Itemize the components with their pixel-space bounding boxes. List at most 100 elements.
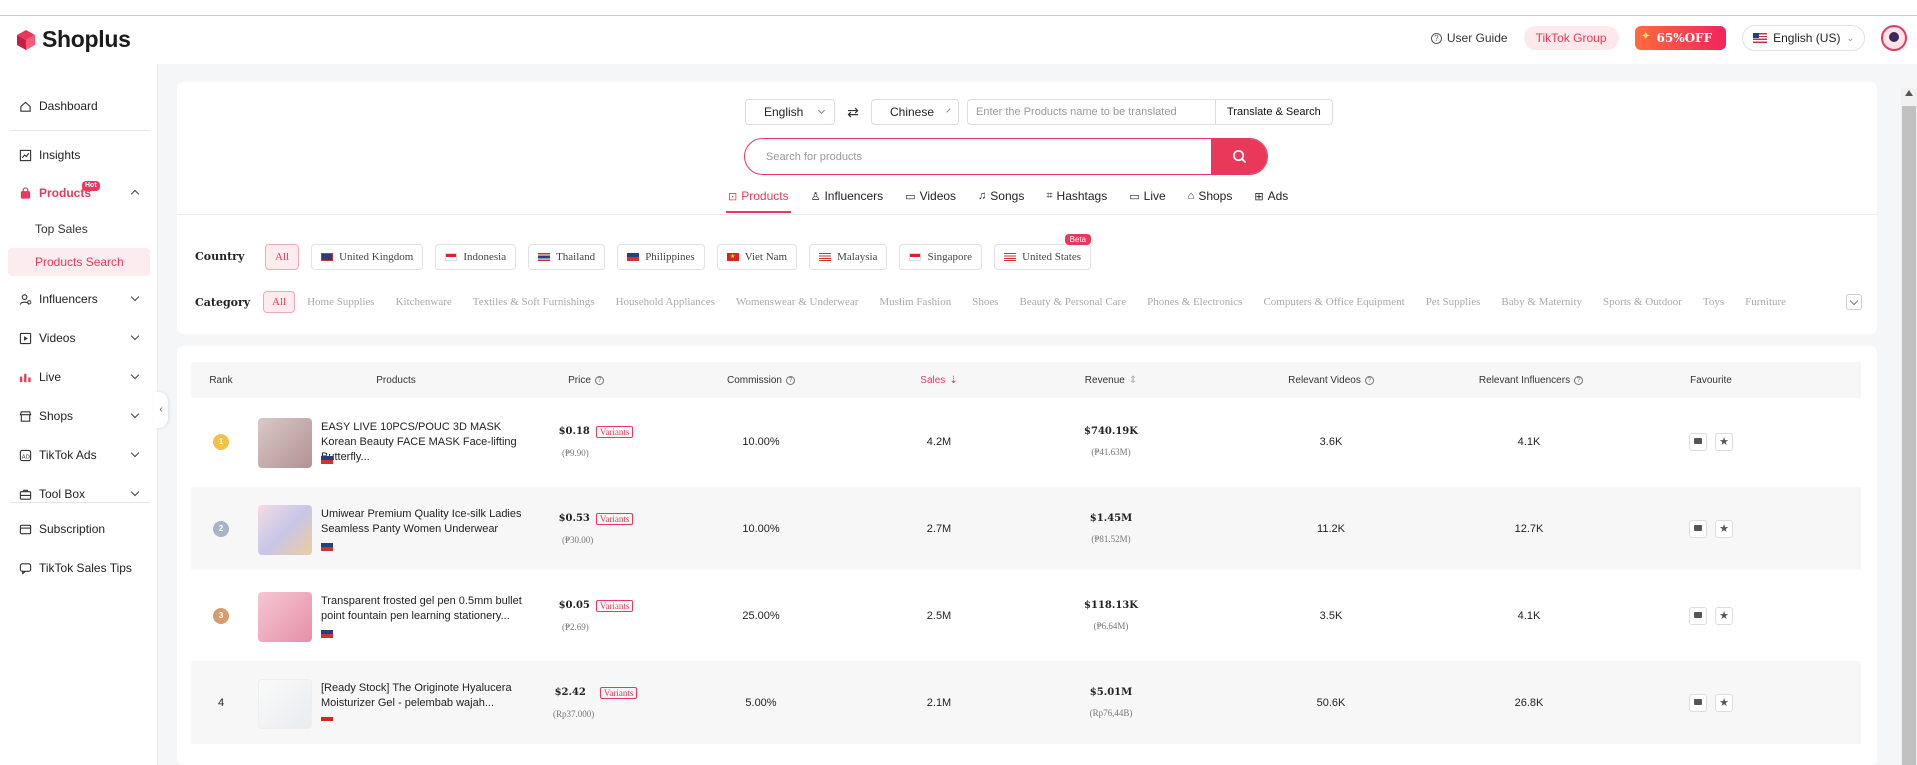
sidebar-collapse-button[interactable]: ‹ [154,392,168,428]
message-button[interactable] [1689,432,1707,451]
info-icon[interactable]: ? [594,375,604,385]
sidebar-item-tiktok-ads[interactable]: AD TikTok Ads [0,441,158,469]
translate-input[interactable]: Enter the Products name to be translated [967,99,1215,125]
category-chip[interactable]: Sports & Outdoor [1603,296,1682,308]
silver-medal-icon: 2 [213,520,229,537]
sidebar-item-tiktok-sales-tips[interactable]: TikTok Sales Tips [0,554,158,582]
favourite-button[interactable]: ★ [1715,606,1733,625]
category-chip[interactable]: Kitchenware [396,296,452,308]
category-chip[interactable]: Womenswear & Underwear [736,296,859,308]
country-chip-united-kingdom[interactable]: United Kingdom [311,244,424,270]
language-selector[interactable]: English (US) ⌄ [1742,25,1865,51]
tab-videos[interactable]: ▭ Videos [897,189,964,213]
tab-songs[interactable]: ♫ Songs [970,189,1032,213]
country-chip-all[interactable]: All [265,244,300,270]
column-header-commission: Commission? [681,362,841,398]
variants-badge[interactable]: Variants [595,425,634,438]
tab-influencers[interactable]: ♙ Influencers [803,189,892,213]
country-chip-singapore[interactable]: Singapore [899,244,983,270]
tab-label: Songs [990,189,1025,203]
product-thumbnail[interactable] [258,679,312,729]
country-chip-philippines[interactable]: Philippines [617,244,705,270]
tab-products[interactable]: ⊡ Products [720,189,797,213]
info-icon[interactable]: ? [1364,375,1374,385]
product-name[interactable]: EASY LIVE 10PCS/POUC 3D MASK Korean Beau… [321,420,536,465]
product-name[interactable]: Umiwear Premium Quality Ice-silk Ladies … [321,507,536,537]
tab-shops[interactable]: ⌂ Shops [1180,189,1241,213]
category-chip[interactable]: Beauty & Personal Care [1019,296,1126,308]
tab-live[interactable]: ▭ Live [1121,189,1173,213]
swap-languages-icon[interactable]: ⇄ [843,104,863,121]
sidebar-item-label: Live [39,370,62,384]
product-thumbnail[interactable] [258,592,312,642]
table-row[interactable]: 4 [Ready Stock] The Originote Hyalucera … [191,661,1861,744]
info-icon[interactable]: ? [1574,375,1584,385]
sidebar-item-products-search[interactable]: Products Search [8,248,150,276]
sidebar-item-products[interactable]: Products Hot [0,179,158,207]
country-chip-malaysia[interactable]: Malaysia [809,244,888,270]
user-avatar[interactable] [1881,25,1907,51]
category-chip-all[interactable]: All [263,291,296,313]
column-header-price: Price? [521,362,651,398]
category-chip[interactable]: Muslim Fashion [879,296,951,308]
user-guide-link[interactable]: ? User Guide [1430,31,1508,45]
category-chip[interactable]: Shoes [972,296,998,308]
product-name[interactable]: Transparent frosted gel pen 0.5mm bullet… [321,594,536,624]
category-chip[interactable]: Baby & Maternity [1501,296,1582,308]
sidebar-item-dashboard[interactable]: Dashboard [0,92,158,120]
column-header-revenue[interactable]: Revenue ⇕ [1031,362,1191,398]
variants-badge[interactable]: Variants [595,512,634,525]
favourite-button[interactable]: ★ [1715,432,1733,451]
sidebar-item-subscription[interactable]: Subscription [0,515,158,543]
search-button[interactable] [1211,139,1267,174]
expand-categories-button[interactable] [1846,294,1862,310]
tiktok-group-button[interactable]: TikTok Group [1523,26,1619,50]
product-thumbnail[interactable] [258,505,312,555]
favourite-button[interactable]: ★ [1715,519,1733,538]
table-row[interactable]: 2 Umiwear Premium Quality Ice-silk Ladie… [191,487,1861,570]
translate-search-button[interactable]: Translate & Search [1215,99,1333,125]
category-chip[interactable]: Home Supplies [307,296,375,308]
column-header-sales[interactable]: Sales ⇣ [859,362,1019,398]
promo-banner[interactable]: 65%OFF [1634,26,1727,50]
brand-logo[interactable]: Shoplus [14,26,131,53]
message-button[interactable] [1689,693,1707,712]
sidebar-item-shops[interactable]: Shops [0,402,158,430]
table-row[interactable]: 1 EASY LIVE 10PCS/POUC 3D MASK Korean Be… [191,400,1861,483]
sidebar-item-videos[interactable]: Videos [0,324,158,352]
category-chip[interactable]: Pet Supplies [1426,296,1481,308]
message-button[interactable] [1689,519,1707,538]
info-icon[interactable]: ? [786,375,795,385]
sidebar-item-top-sales[interactable]: Top Sales [8,215,150,243]
country-chip-united-states[interactable]: United States Beta [994,234,1092,270]
favourite-button[interactable]: ★ [1715,693,1733,712]
scroll-up-arrow[interactable] [1905,90,1913,96]
sidebar-item-live[interactable]: Live [0,363,158,391]
table-row[interactable]: 3 Transparent frosted gel pen 0.5mm bull… [191,574,1861,657]
product-search-input[interactable]: Search for products [745,139,1211,174]
variants-badge[interactable]: Variants [595,599,634,612]
product-name[interactable]: [Ready Stock] The Originote Hyalucera Mo… [321,681,536,711]
country-chip-viet-nam[interactable]: ★ Viet Nam [716,244,798,270]
category-chip[interactable]: Household Appliances [616,296,715,308]
variants-badge[interactable]: Variants [599,686,638,699]
sidebar-item-insights[interactable]: Insights [0,141,158,169]
country-chip-indonesia[interactable]: Indonesia [435,244,517,270]
target-language-select[interactable]: Chinese [871,99,959,125]
message-button[interactable] [1689,606,1707,625]
country-chip-thailand[interactable]: Thailand [528,244,606,270]
category-chip[interactable]: Phones & Electronics [1147,296,1242,308]
product-thumbnail[interactable] [258,418,312,468]
user-icon: ♙ [810,190,821,203]
category-chip[interactable]: Computers & Office Equipment [1263,296,1404,308]
tab-ads[interactable]: ⊞ Ads [1246,189,1296,213]
category-chip[interactable]: Furniture [1745,296,1786,308]
sidebar-item-influencers[interactable]: Influencers [0,285,158,313]
sidebar-item-tool-box[interactable]: Tool Box [0,480,158,508]
category-chip[interactable]: Textiles & Soft Furnishings [473,296,595,308]
category-chip[interactable]: Toys [1703,296,1724,308]
chip-label: Viet Nam [744,251,788,263]
source-language-select[interactable]: English [745,99,835,125]
tab-hashtags[interactable]: ⌗ Hashtags [1038,189,1115,213]
scrollbar-thumb[interactable] [1902,106,1916,765]
